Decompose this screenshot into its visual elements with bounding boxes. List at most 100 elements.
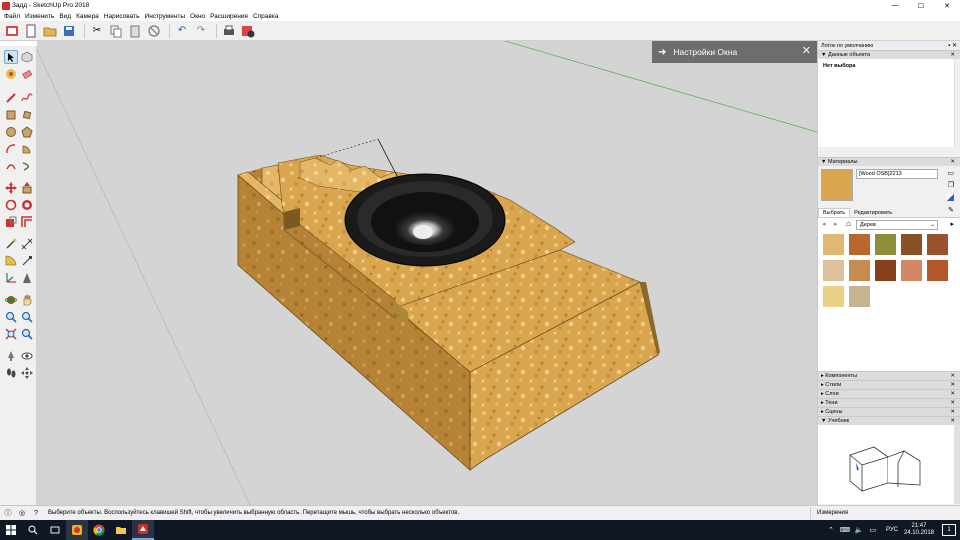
orbit-tool-icon[interactable] [4, 293, 18, 307]
material-library-dropdown[interactable]: Дерев ⌄ [856, 220, 938, 230]
menu-help[interactable]: Справка [253, 13, 279, 20]
menu-draw[interactable]: Нарисовать [104, 13, 140, 20]
material-swatch[interactable] [822, 285, 845, 308]
scale-tool-icon[interactable] [4, 215, 18, 229]
close-icon[interactable]: ✕ [802, 44, 811, 57]
paste-icon[interactable] [127, 23, 143, 39]
pan-tool-icon[interactable] [20, 293, 34, 307]
scenes-header[interactable]: ▸ Сцены ✕ [818, 407, 960, 416]
measurements-box[interactable]: Измерения [810, 507, 960, 519]
material-swatch[interactable] [848, 259, 871, 282]
rotate-tool-icon[interactable] [4, 198, 18, 212]
close-icon[interactable]: ✕ [950, 159, 955, 165]
tray-pin-icon[interactable]: ▪ ✕ [948, 42, 957, 49]
input-language[interactable]: РУС [886, 527, 898, 533]
component-tool-icon[interactable] [20, 50, 34, 64]
menu-tools[interactable]: Инструменты [145, 13, 186, 20]
maximize-button[interactable]: ☐ [908, 0, 934, 11]
rectangle-tool-icon[interactable] [4, 108, 18, 122]
walk-tool-icon[interactable] [4, 366, 18, 380]
arc-2pt-icon[interactable] [4, 159, 18, 173]
close-icon[interactable]: ✕ [950, 52, 955, 58]
tab-select[interactable]: Выбрать [818, 208, 851, 217]
entity-scrollbar[interactable] [954, 59, 960, 147]
clock[interactable]: 21:47 24.10.2018 [904, 523, 934, 537]
subwoofer-speaker[interactable] [344, 173, 506, 267]
material-swatch[interactable] [874, 233, 897, 256]
menu-window[interactable]: Окно [190, 13, 205, 20]
close-window-button[interactable]: ✕ [934, 0, 960, 11]
undo-icon[interactable]: ↶ [174, 23, 190, 39]
search-icon[interactable] [22, 520, 44, 540]
material-swatch[interactable] [822, 259, 845, 282]
material-swatch[interactable] [900, 233, 923, 256]
file-explorer-icon[interactable] [110, 520, 132, 540]
taskbar-app-icon[interactable] [66, 520, 88, 540]
cut-icon[interactable]: ✂ [89, 23, 105, 39]
windows-start-icon[interactable] [0, 520, 22, 540]
material-name-field[interactable]: [Wood OSB]2213 [856, 169, 938, 179]
back-arrow-icon[interactable]: ◂ [822, 220, 826, 228]
menu-extensions[interactable]: Расширения [210, 13, 248, 20]
offset-tool-icon[interactable] [20, 215, 34, 229]
default-material-icon[interactable] [947, 194, 954, 201]
text-tool-icon[interactable] [20, 254, 34, 268]
save-icon[interactable] [61, 23, 77, 39]
material-swatch[interactable] [926, 233, 949, 256]
info-icon[interactable]: ⓘ [2, 507, 14, 519]
3d-text-icon[interactable] [20, 271, 34, 285]
open-folder-icon[interactable] [42, 23, 58, 39]
create-material-icon[interactable]: ▭ [947, 169, 954, 177]
erase-icon[interactable] [146, 23, 162, 39]
sketchup-taskbar-icon[interactable] [132, 520, 154, 540]
follow-me-icon[interactable] [20, 198, 34, 212]
home-icon[interactable]: ⌂ [846, 219, 851, 228]
layers-header[interactable]: ▸ Слои ✕ [818, 389, 960, 398]
material-swatch[interactable] [848, 233, 871, 256]
material-swatch[interactable] [822, 233, 845, 256]
volume-icon[interactable]: 🔈 [852, 520, 866, 540]
arc-3pt-icon[interactable] [20, 159, 34, 173]
shadows-header[interactable]: ▸ Тени ✕ [818, 398, 960, 407]
paint-with-icon[interactable]: ❒ [948, 181, 954, 189]
battery-icon[interactable]: ▭ [866, 520, 880, 540]
eraser-icon[interactable] [20, 67, 34, 81]
menu-view[interactable]: Вид [59, 13, 71, 20]
zoom-extents-icon[interactable] [4, 327, 18, 341]
redo-icon[interactable]: ↷ [193, 23, 209, 39]
forward-arrow-icon[interactable]: ▸ [834, 220, 838, 228]
select-tool-icon[interactable] [4, 50, 18, 64]
axes-tool-icon[interactable] [4, 271, 18, 285]
menu-file[interactable]: Файл [4, 13, 20, 20]
entity-info-header[interactable]: ▼ Данные объекта ✕ [818, 50, 960, 59]
section-plane-icon[interactable] [20, 366, 34, 380]
material-swatch[interactable] [874, 259, 897, 282]
3d-viewport[interactable]: ➜ Настройки Окна ✕ [37, 41, 817, 505]
pie-tool-icon[interactable] [20, 142, 34, 156]
position-camera-icon[interactable] [4, 349, 18, 363]
geo-location-icon[interactable]: ◎ [16, 507, 28, 519]
zoom-window-icon[interactable] [20, 310, 34, 324]
network-icon[interactable]: ⌨ [838, 520, 852, 540]
new-file-icon[interactable] [23, 23, 39, 39]
window-settings-panel[interactable]: ➜ Настройки Окна ✕ [652, 41, 817, 63]
push-pull-icon[interactable] [20, 181, 34, 195]
print-icon[interactable] [221, 23, 237, 39]
menu-edit[interactable]: Изменить [25, 13, 54, 20]
copy-icon[interactable] [108, 23, 124, 39]
move-tool-icon[interactable] [4, 181, 18, 195]
look-around-icon[interactable] [20, 349, 34, 363]
task-view-icon[interactable] [44, 520, 66, 540]
eyedropper-icon[interactable]: ✎ [948, 206, 954, 214]
tape-measure-icon[interactable] [4, 237, 18, 251]
circle-tool-icon[interactable] [4, 125, 18, 139]
components-header[interactable]: ▸ Компоненты ✕ [818, 371, 960, 380]
previous-view-icon[interactable] [20, 327, 34, 341]
dimension-tool-icon[interactable] [20, 237, 34, 251]
zoom-tool-icon[interactable] [4, 310, 18, 324]
chrome-icon[interactable] [88, 520, 110, 540]
instructor-scrollbar[interactable] [954, 425, 960, 504]
rotated-rectangle-icon[interactable] [20, 108, 34, 122]
styles-header[interactable]: ▸ Стили ✕ [818, 380, 960, 389]
details-arrow-icon[interactable]: ▸ [950, 220, 954, 228]
